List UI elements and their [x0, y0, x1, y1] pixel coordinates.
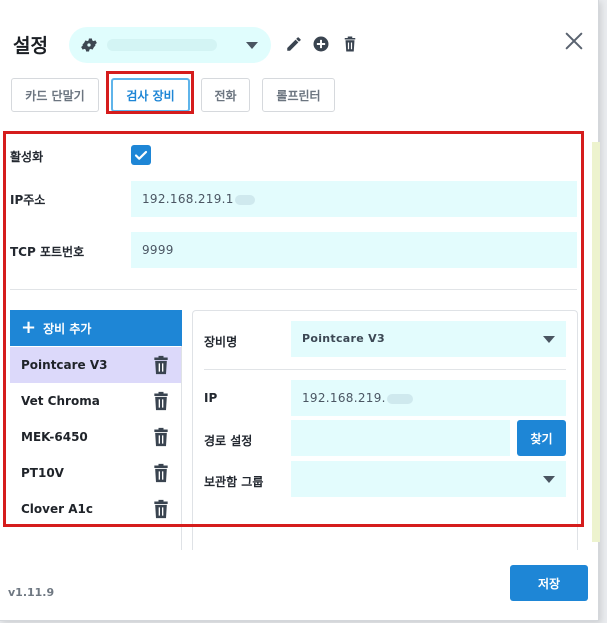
tab-card-terminal[interactable]: 카드 단말기	[11, 78, 99, 112]
tab-label: 전화	[214, 88, 237, 103]
tab-label: 카드 단말기	[25, 88, 85, 103]
tab-label: 롤프린터	[276, 88, 321, 103]
dialog-title: 설정	[13, 35, 48, 57]
tab-phone[interactable]: 전화	[201, 78, 250, 112]
profile-select[interactable]	[69, 27, 271, 63]
settings-dialog: 설정 카드 단말기 검사 장비 전화 롤프린터 활성화 IP주소 192.168…	[0, 0, 600, 621]
trash-icon[interactable]	[341, 35, 359, 53]
close-icon[interactable]	[563, 30, 585, 52]
profile-value	[107, 39, 217, 51]
scrollbar-track[interactable]	[592, 142, 600, 542]
pencil-icon[interactable]	[285, 35, 303, 53]
tab-highlight-box	[106, 71, 194, 114]
version-label: v1.11.9	[8, 586, 55, 599]
plus-circle-icon[interactable]	[312, 35, 330, 53]
gear-icon	[81, 38, 97, 52]
form-highlight-box	[3, 131, 584, 527]
tab-roll-printer[interactable]: 롤프린터	[262, 78, 335, 112]
save-button[interactable]: 저장	[510, 565, 588, 601]
chevron-down-icon	[246, 42, 258, 49]
save-button-label: 저장	[537, 576, 561, 591]
